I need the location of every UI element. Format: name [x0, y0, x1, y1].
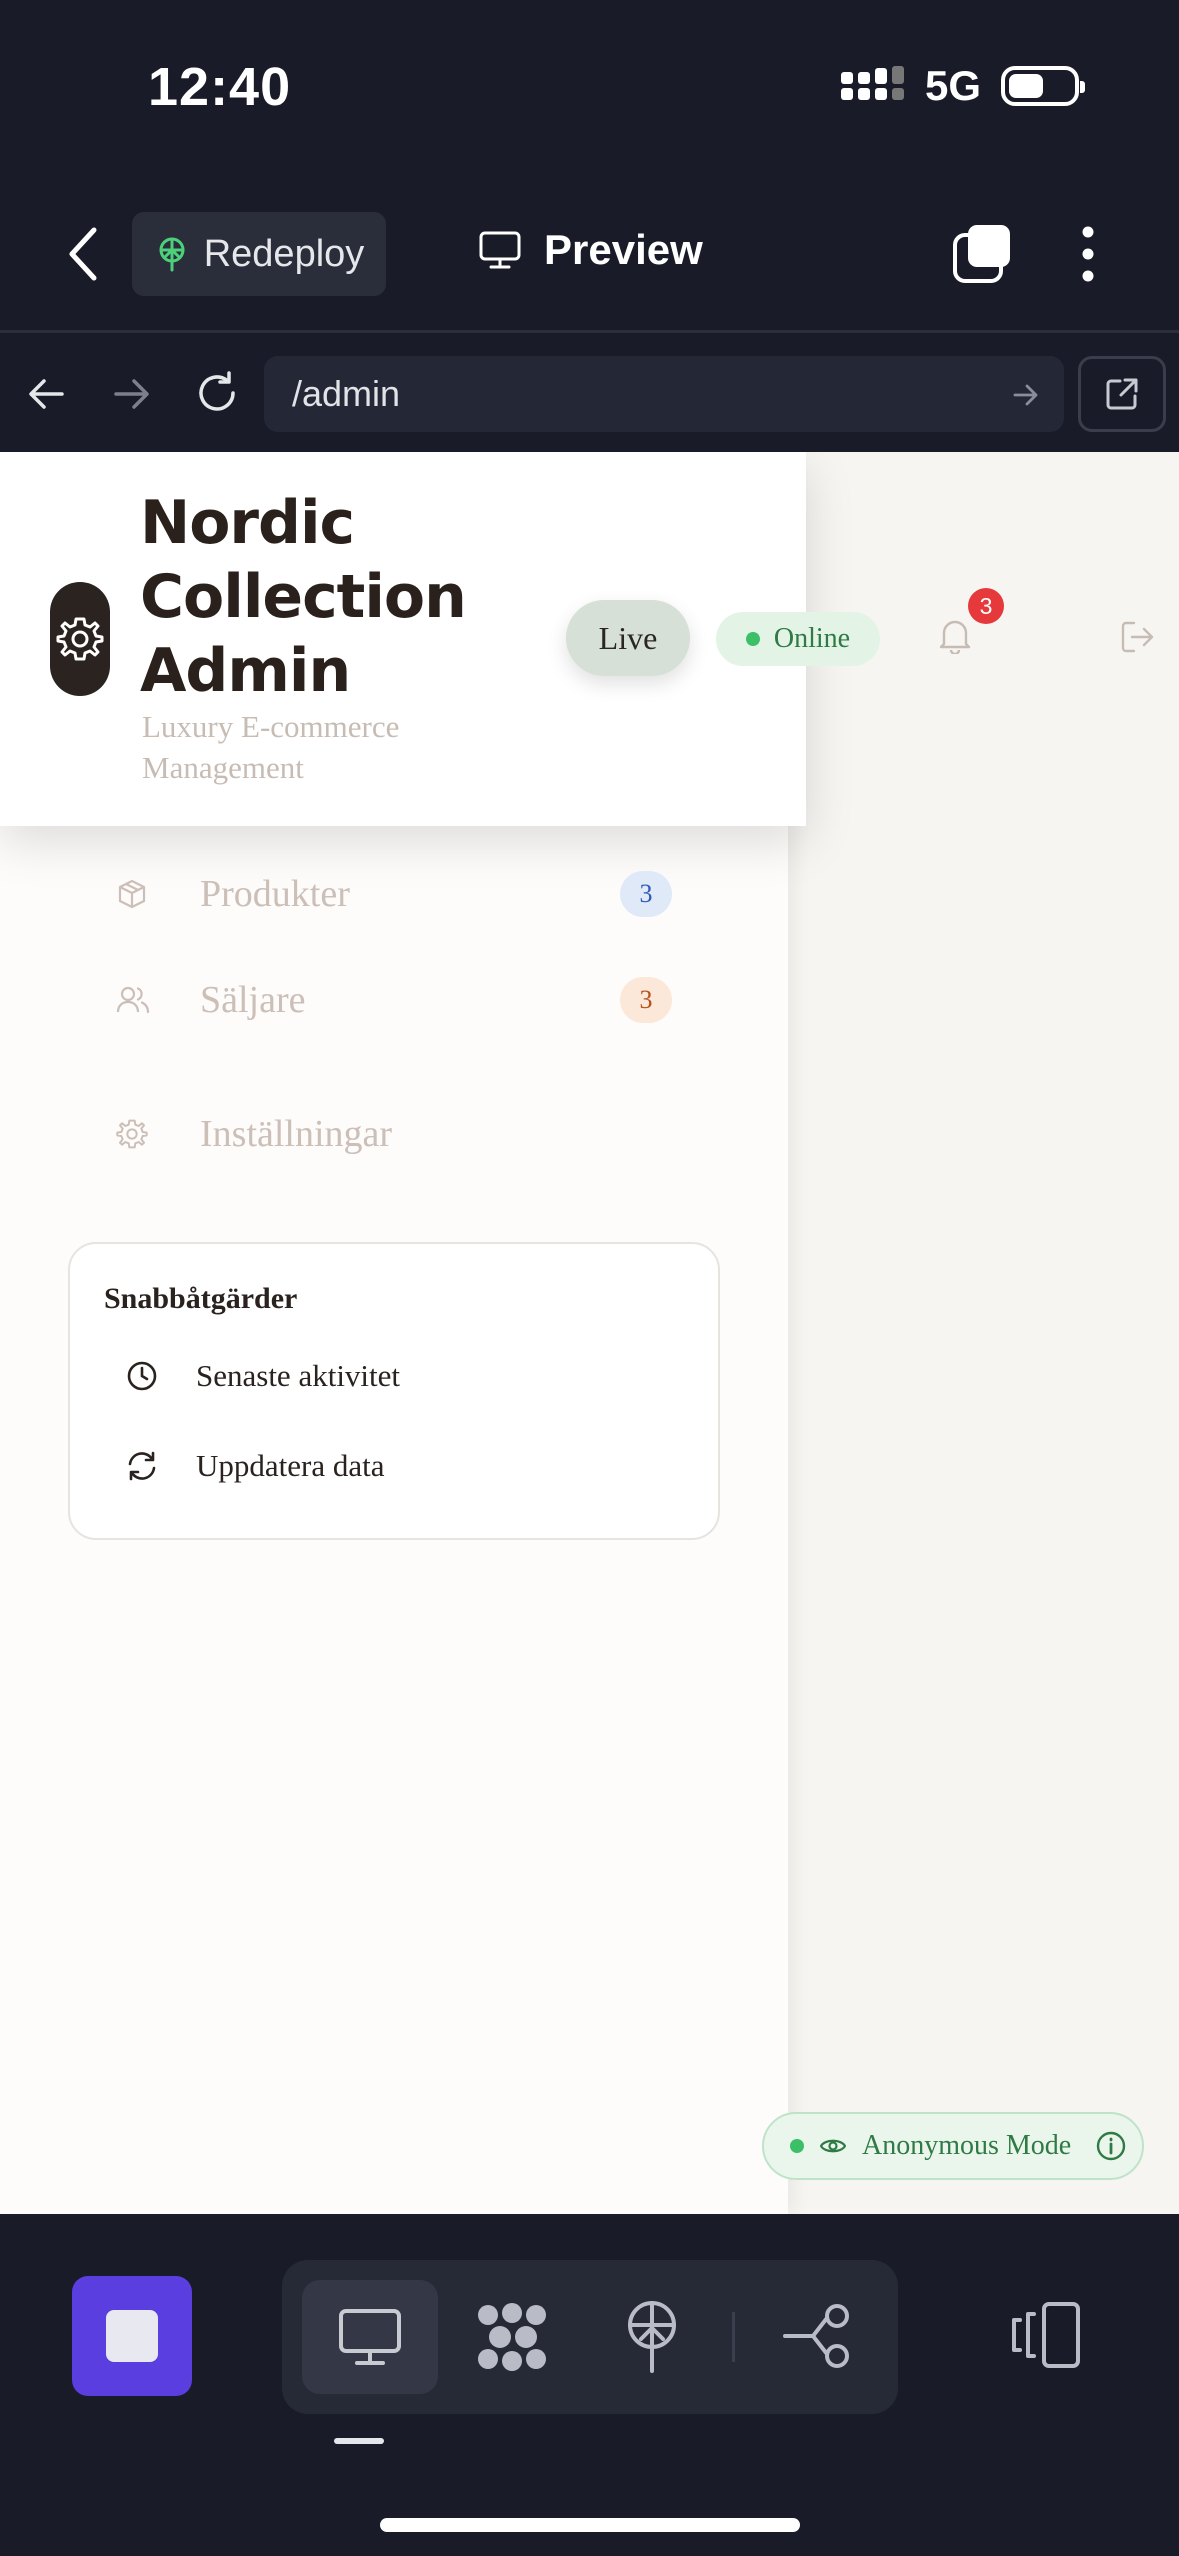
tabs-icon[interactable]	[952, 222, 1014, 284]
info-icon[interactable]	[1095, 2130, 1127, 2162]
web-preview: Nordic Collection Admin Luxury E-commerc…	[0, 452, 1179, 2214]
sidebar-item-label: Produkter	[200, 873, 350, 915]
quick-action-recent-activity[interactable]: Senaste aktivitet	[126, 1358, 400, 1394]
active-tool-indicator	[334, 2438, 384, 2444]
admin-sidebar: Nordic Collection Admin Luxury E-commerc…	[0, 452, 880, 2214]
box-icon	[118, 879, 146, 909]
online-dot	[745, 632, 760, 646]
status-indicators: 5G	[840, 62, 1085, 110]
quick-actions-card: Snabbåtgärder Senaste aktivitet Uppdater…	[68, 1242, 720, 1540]
quick-actions-title: Snabbåtgärder	[104, 1282, 298, 1315]
url-text: /admin	[292, 373, 401, 414]
anonymous-mode-label: Anonymous Mode	[862, 2130, 1072, 2161]
home-indicator[interactable]	[380, 2518, 800, 2532]
logout-icon[interactable]	[1120, 620, 1156, 654]
quick-action-label: Uppdatera data	[196, 1448, 385, 1483]
browser-forward-icon[interactable]	[112, 374, 152, 414]
toolbar-separator	[732, 2312, 735, 2362]
nodes-icon	[478, 2303, 546, 2371]
preview-label: Preview	[544, 226, 703, 273]
signal-icon	[840, 66, 904, 100]
live-badge[interactable]: Live	[566, 600, 690, 676]
online-status-badge: Online	[716, 612, 880, 666]
open-external-button[interactable]	[1078, 356, 1166, 432]
sidebar-item-produkter[interactable]: Produkter 3	[116, 854, 676, 934]
deploy-icon	[159, 237, 185, 272]
browser-back-icon[interactable]	[26, 374, 66, 414]
view-toolbar	[282, 2260, 898, 2414]
brand-logo	[50, 582, 110, 696]
more-vertical-icon[interactable]	[1074, 224, 1102, 284]
sidebar-item-installningar[interactable]: Inställningar	[116, 1094, 676, 1174]
redeploy-label: Redeploy	[203, 232, 365, 275]
preview-tab[interactable]: Preview	[478, 226, 703, 274]
anonymous-mode-badge[interactable]: Anonymous Mode	[762, 2112, 1144, 2180]
notification-count-badge: 3	[968, 588, 1004, 624]
online-label: Online	[773, 623, 851, 654]
tool-workflow[interactable]	[750, 2280, 886, 2394]
gear-icon	[56, 617, 104, 661]
count-badge: 3	[620, 977, 672, 1023]
status-time: 12:40	[148, 57, 292, 117]
eye-icon	[820, 2139, 846, 2153]
tool-preview[interactable]	[302, 2280, 438, 2394]
reload-icon[interactable]	[194, 370, 240, 416]
network-type: 5G	[924, 62, 981, 109]
quick-action-label: Senaste aktivitet	[196, 1358, 401, 1393]
quick-action-refresh-data[interactable]: Uppdatera data	[126, 1448, 384, 1484]
git-branch-icon	[783, 2304, 849, 2368]
sidebar-item-label: Säljare	[200, 979, 306, 1021]
brand-subtitle: Luxury E-commerce Management	[142, 709, 400, 785]
brand-title: Nordic Collection Admin	[140, 488, 467, 706]
tool-deploy[interactable]	[584, 2280, 720, 2394]
users-icon	[116, 986, 150, 1014]
count-badge: 3	[620, 871, 672, 917]
external-link-icon	[1106, 378, 1138, 410]
bell-icon[interactable]	[938, 618, 972, 654]
admin-header: Nordic Collection Admin Luxury E-commerc…	[0, 452, 880, 826]
monitor-icon	[479, 231, 521, 269]
refresh-icon	[128, 1451, 156, 1481]
deploy-icon	[628, 2301, 676, 2373]
battery-icon	[1001, 66, 1085, 106]
sidebar-item-saljare[interactable]: Säljare 3	[116, 960, 676, 1040]
app-bar-divider	[0, 330, 1179, 333]
monitor-icon	[339, 2309, 401, 2365]
back-chevron-icon[interactable]	[66, 226, 102, 282]
sidebar-item-label: Inställningar	[200, 1113, 393, 1155]
url-field[interactable]: /admin	[264, 356, 1064, 432]
clock-icon	[127, 1361, 157, 1391]
device-toggle-icon[interactable]	[1010, 2300, 1082, 2370]
stop-button[interactable]	[72, 2276, 192, 2396]
tool-agent[interactable]	[444, 2280, 580, 2394]
redeploy-button[interactable]: Redeploy	[132, 212, 386, 296]
stop-icon	[106, 2310, 158, 2362]
go-arrow-icon[interactable]	[1012, 381, 1040, 409]
gear-icon	[116, 1119, 148, 1149]
anonymous-status-dot	[790, 2139, 804, 2153]
